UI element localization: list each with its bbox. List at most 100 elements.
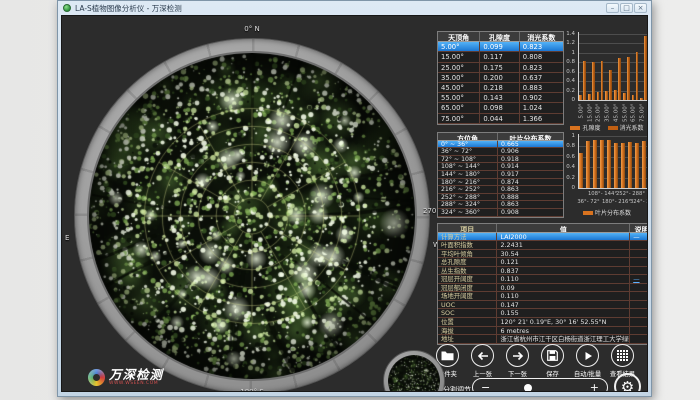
table-row[interactable]: 计算方法LAI2000— xyxy=(438,233,648,242)
toolbar: 文件夹上一张下一张保存自动/批量查看结果 xyxy=(430,344,640,382)
table-cell: 0.665 xyxy=(498,141,563,149)
table-cell: — xyxy=(630,233,648,242)
table-row[interactable]: 324° ~ 360°0.908 xyxy=(438,209,563,217)
table-row[interactable]: 冠层开阔度0.110— xyxy=(438,275,648,284)
wseen-logo-icon xyxy=(88,369,105,386)
table-cell: 144° ~ 180° xyxy=(438,171,498,179)
table-row[interactable]: 位置120° 21' 0.19"E, 30° 16' 52.55"N xyxy=(438,318,648,327)
play-icon xyxy=(576,344,599,367)
table-cell: 地址 xyxy=(438,335,497,344)
table-row[interactable]: 65.00°0.0981.024 xyxy=(438,103,563,113)
table-cell xyxy=(630,327,648,336)
x-axis xyxy=(578,188,648,189)
table-row[interactable]: 地址浙江省杭州市江干区白杨街道浙江理工大学绿勤东巷 xyxy=(438,335,648,344)
chart-bar xyxy=(621,143,625,188)
y-tick-label: 0.2 xyxy=(561,175,575,181)
table-cell: LAI2000 xyxy=(497,233,630,242)
table-row[interactable]: 海拔6 metres xyxy=(438,327,648,336)
table-row[interactable]: 35.00°0.2000.637 xyxy=(438,73,563,83)
y-tick-label: 1.2 xyxy=(561,40,575,46)
slider-plus-button[interactable]: + xyxy=(590,380,599,392)
chart-bar xyxy=(636,52,639,100)
arrow-right-icon xyxy=(506,344,529,367)
table-row[interactable]: 55.00°0.1430.902 xyxy=(438,93,563,103)
table-cell: 场地开阔度 xyxy=(438,292,497,301)
column-header: 天顶角 xyxy=(438,32,480,42)
table-cell: 0.098 xyxy=(480,103,519,113)
column-header: 消光系数 xyxy=(520,32,563,42)
brand-name: 万深检测 xyxy=(109,368,163,381)
column-header: 方位角 xyxy=(438,133,498,141)
segmentation-slider[interactable]: − + xyxy=(472,378,608,392)
table-cell: 0.147 xyxy=(497,301,630,310)
table-cell: — xyxy=(630,275,648,284)
table-row[interactable]: 丛生指数0.837 xyxy=(438,267,648,276)
chart-bar xyxy=(583,61,586,100)
table-row[interactable]: 叶面积指数2.2431 xyxy=(438,241,648,250)
table-header-row: 天顶角孔隙度消光系数 xyxy=(438,32,563,42)
table-cell: 0.888 xyxy=(498,194,563,202)
table-cell: 0.908 xyxy=(498,209,563,217)
table-row[interactable]: 36° ~ 72°0.906 xyxy=(438,148,563,156)
y-axis xyxy=(578,32,579,100)
table-row[interactable]: SOC0.155 xyxy=(438,309,648,318)
table-row[interactable]: 72° ~ 108°0.918 xyxy=(438,156,563,164)
table-cell xyxy=(630,258,648,267)
chart-bar xyxy=(614,143,618,188)
table-row[interactable]: 108° ~ 144°0.914 xyxy=(438,163,563,171)
slider-minus-button[interactable]: − xyxy=(481,380,490,392)
brand-subtext: WWW.WSEEN.COM xyxy=(109,381,163,386)
table-cell: 0.918 xyxy=(498,156,563,164)
y-tick-label: 0 xyxy=(561,185,575,191)
toolbar-button[interactable]: 上一张 xyxy=(465,344,500,382)
table-cell: 0.09 xyxy=(497,284,630,293)
table-cell: 0° ~ 36° xyxy=(438,141,498,149)
table-cell: 0.874 xyxy=(498,179,563,187)
table-row[interactable]: 75.00°0.0441.366 xyxy=(438,114,563,124)
toolbar-button[interactable]: 自动/批量 xyxy=(570,344,605,382)
table-row[interactable]: 25.00°0.1750.823 xyxy=(438,63,563,73)
toolbar-button-label: 自动/批量 xyxy=(574,369,601,378)
table-cell xyxy=(630,335,648,344)
table-row[interactable]: 216° ~ 252°0.863 xyxy=(438,186,563,194)
table-row[interactable]: 平均叶倾角30.54 xyxy=(438,250,648,259)
table-row[interactable]: 288° ~ 324°0.863 xyxy=(438,201,563,209)
table-row[interactable]: 144° ~ 180°0.917 xyxy=(438,171,563,179)
table-row[interactable]: 冠层郁闭度0.09 xyxy=(438,284,648,293)
slider-thumb[interactable] xyxy=(524,384,532,392)
chart-bar xyxy=(579,95,582,100)
table-cell: 总孔隙度 xyxy=(438,258,497,267)
chart-bar xyxy=(579,153,583,188)
save-button[interactable]: 保存 xyxy=(535,344,570,382)
legend-swatch xyxy=(583,211,593,215)
window-titlebar[interactable]: LA-S植物图像分析仪 - 万深检测 – □ × xyxy=(58,1,651,15)
maximize-button[interactable]: □ xyxy=(620,3,633,13)
x-axis xyxy=(578,100,648,101)
table-cell: 浙江省杭州市江干区白杨街道浙江理工大学绿勤东巷 xyxy=(497,335,630,344)
close-button[interactable]: × xyxy=(634,3,647,13)
table-cell: 36° ~ 72° xyxy=(438,148,498,156)
table-cell: 0.808 xyxy=(520,52,563,62)
minimize-button[interactable]: – xyxy=(606,3,619,13)
table-cell xyxy=(630,292,648,301)
legend-swatch xyxy=(570,126,580,130)
table-cell: 0.823 xyxy=(520,63,563,73)
table-row[interactable]: 252° ~ 288°0.888 xyxy=(438,194,563,202)
table-row[interactable]: UOC0.147 xyxy=(438,301,648,310)
table-cell: 35.00° xyxy=(438,73,480,83)
table-row[interactable]: 5.00°0.0990.823 xyxy=(438,42,563,52)
table-row[interactable]: 0° ~ 36°0.665 xyxy=(438,141,563,149)
table-row[interactable]: 场地开阔度0.110 xyxy=(438,292,648,301)
table-row[interactable]: 45.00°0.2180.883 xyxy=(438,83,563,93)
table-cell: 0.110 xyxy=(497,292,630,301)
table-row[interactable]: 总孔隙度0.121 xyxy=(438,258,648,267)
table-row[interactable]: 15.00°0.1170.808 xyxy=(438,52,563,62)
table-cell: 45.00° xyxy=(438,83,480,93)
table-row[interactable]: 180° ~ 216°0.874 xyxy=(438,179,563,187)
toolbar-button[interactable]: 下一张 xyxy=(500,344,535,382)
zenith-angle-table: 天顶角孔隙度消光系数5.00°0.0990.82315.00°0.1170.80… xyxy=(437,31,564,125)
column-header: 项目 xyxy=(438,224,497,233)
y-tick-label: 0.6 xyxy=(561,154,575,160)
porosity-extinction-chart: 00.20.40.60.811.21.45.00°15.00°25.00°35.… xyxy=(561,30,648,132)
chart-bar xyxy=(592,62,595,100)
